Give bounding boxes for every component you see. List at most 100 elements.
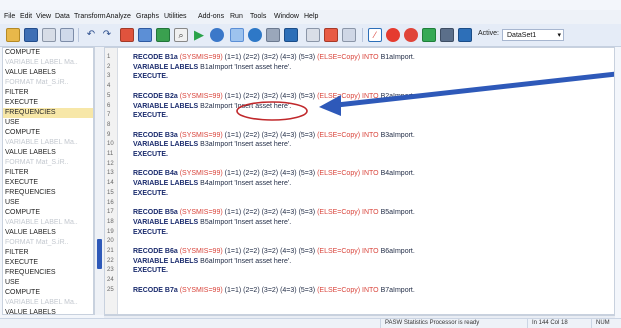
menu-help[interactable]: Help <box>304 11 318 23</box>
uncomment-icon[interactable] <box>306 28 320 42</box>
execute-keyword: EXECUTE. <box>133 228 169 236</box>
outline-item[interactable]: VALUE LABELS <box>3 228 93 238</box>
value-mapping: (1=1) (2=2) (3=2) (4=3) (5=3) <box>224 170 316 178</box>
recode-keyword: RECODE B3a <box>133 131 178 139</box>
menu-view[interactable]: View <box>36 11 51 23</box>
goto-case-icon[interactable] <box>120 28 134 42</box>
comment-icon[interactable] <box>284 28 298 42</box>
menu-window[interactable]: Window <box>274 11 299 23</box>
outline-item[interactable]: EXECUTE <box>3 178 93 188</box>
menu-add-ons[interactable]: Add-ons <box>198 11 224 23</box>
outline-item[interactable]: USE <box>3 198 93 208</box>
outline-item[interactable]: FILTER <box>3 248 93 258</box>
goto-variable-icon[interactable] <box>138 28 152 42</box>
indent-icon[interactable] <box>324 28 338 42</box>
menu-utilities[interactable]: Utilities <box>164 11 187 23</box>
target-variable: B7aImport. <box>380 286 415 294</box>
outline-item[interactable]: FREQUENCIES <box>3 188 93 198</box>
else-clause: (ELSE=Copy) <box>317 286 361 294</box>
execute-keyword: EXECUTE. <box>133 112 169 120</box>
menu-file[interactable]: File <box>4 11 15 23</box>
recode-keyword: RECODE B5a <box>133 209 178 217</box>
sysmis-clause: (SYSMIS=99) <box>179 248 223 255</box>
recode-keyword: RECODE B2a <box>133 92 178 100</box>
recode-keyword: RECODE B7a <box>133 286 178 294</box>
menu-edit[interactable]: Edit <box>20 11 32 23</box>
breakpoint-icon[interactable] <box>440 28 454 42</box>
value-mapping: (1=1) (2=2) (3=2) (4=3) (5=3) <box>224 248 316 255</box>
target-variable: B1aImport. <box>380 54 415 61</box>
variable-labels-keyword: VARIABLE LABELS <box>133 102 199 110</box>
open-folder-icon[interactable] <box>6 28 20 42</box>
outline-item[interactable]: FORMAT Mat_S.iR.. <box>3 158 93 168</box>
value-mapping: (1=1) (2=2) (3=2) (4=3) (5=3) <box>224 92 316 100</box>
else-clause: (ELSE=Copy) <box>317 209 361 217</box>
outline-item[interactable]: EXECUTE <box>3 98 93 108</box>
save-icon[interactable] <box>24 28 38 42</box>
toggle-bookmark-icon[interactable] <box>266 28 280 42</box>
variable-labels-keyword: VARIABLE LABELS <box>133 218 199 226</box>
menu-bar: File Edit View Data Transform Analyze Gr… <box>0 10 621 25</box>
outline-item[interactable]: EXECUTE <box>3 258 93 268</box>
outdent-icon[interactable] <box>342 28 356 42</box>
outline-item[interactable]: FILTER <box>3 168 93 178</box>
variable-labels-keyword: VARIABLE LABELS <box>133 257 199 265</box>
stop-icon[interactable] <box>404 28 418 42</box>
outline-item[interactable]: USE <box>3 118 93 128</box>
target-variable: B5aImport. <box>380 209 415 217</box>
toolbar: ↶ ↷ ⌕ ▶ ⁄ Active: DataSet1 ▾ <box>0 24 621 47</box>
outline-item[interactable]: COMPUTE <box>3 208 93 218</box>
outline-item[interactable]: FILTER <box>3 88 93 98</box>
outline-item[interactable]: USE <box>3 278 93 288</box>
syntax-help-icon[interactable] <box>230 28 244 42</box>
navigation-scrollbar[interactable] <box>94 47 104 315</box>
print-icon[interactable] <box>42 28 56 42</box>
toolbar-separator <box>78 28 79 42</box>
outline-item[interactable]: VALUE LABELS <box>3 68 93 78</box>
dialog-recall-icon[interactable] <box>60 28 74 42</box>
syntax-editor[interactable]: 1 RECODE B1a (SYSMIS=99) (1=1) (2=2) (3=2… <box>104 47 615 315</box>
outline-item[interactable]: VARIABLE LABEL Ma.. <box>3 138 93 148</box>
redo-icon[interactable]: ↷ <box>100 28 114 42</box>
outline-item[interactable]: COMPUTE <box>3 48 93 58</box>
active-dataset-select[interactable]: DataSet1 ▾ <box>502 29 564 41</box>
record-red-icon[interactable] <box>386 28 400 42</box>
menu-transform[interactable]: Transform <box>74 11 106 23</box>
into-keyword: INTO <box>362 131 379 139</box>
variable-label-text: B4aImport 'Insert asset here'. <box>200 180 292 188</box>
variables-icon[interactable] <box>156 28 170 42</box>
variable-label-text: B5aImport 'Insert asset here'. <box>200 218 292 226</box>
run-play-icon[interactable]: ▶ <box>192 28 206 42</box>
chart-icon[interactable]: ⁄ <box>368 28 382 42</box>
into-keyword: INTO <box>362 170 379 178</box>
outline-item[interactable]: FORMAT Mat_S.iR.. <box>3 78 93 88</box>
variable-labels-keyword: VARIABLE LABELS <box>133 180 199 188</box>
outline-item[interactable]: COMPUTE <box>3 128 93 138</box>
outline-item[interactable]: VARIABLE LABEL Ma.. <box>3 218 93 228</box>
outline-item[interactable]: FORMAT Mat_S.iR.. <box>3 238 93 248</box>
outline-item[interactable]: VALUE LABELS <box>3 148 93 158</box>
outline-item[interactable]: FREQUENCIES <box>3 108 93 118</box>
active-dataset-value: DataSet1 <box>507 32 537 39</box>
code-line[interactable]: 25 RECODE B7a (SYSMIS=99) (1=1) (2=2) (3=… <box>105 285 614 296</box>
green-check-icon[interactable] <box>422 28 436 42</box>
outline-item[interactable]: VARIABLE LABEL Ma.. <box>3 58 93 68</box>
sysmis-clause: (SYSMIS=99) <box>179 170 223 178</box>
run-selection-icon[interactable] <box>210 28 224 42</box>
menu-data[interactable]: Data <box>55 11 70 23</box>
outline-item[interactable]: COMPUTE <box>3 288 93 298</box>
step-icon[interactable] <box>458 28 472 42</box>
outline-item[interactable]: VARIABLE LABEL Ma.. <box>3 298 93 308</box>
scrollbar-thumb[interactable] <box>97 239 102 269</box>
into-keyword: INTO <box>362 209 379 217</box>
into-keyword: INTO <box>362 54 379 61</box>
menu-run[interactable]: Run <box>230 11 243 23</box>
bookmark-icon[interactable] <box>248 28 262 42</box>
undo-icon[interactable]: ↶ <box>84 28 98 42</box>
find-icon[interactable]: ⌕ <box>174 28 188 42</box>
menu-analyze[interactable]: Analyze <box>106 11 131 23</box>
outline-item[interactable]: VALUE LABELS <box>3 308 93 314</box>
outline-item[interactable]: FREQUENCIES <box>3 268 93 278</box>
menu-graphs[interactable]: Graphs <box>136 11 159 23</box>
menu-tools[interactable]: Tools <box>250 11 266 23</box>
